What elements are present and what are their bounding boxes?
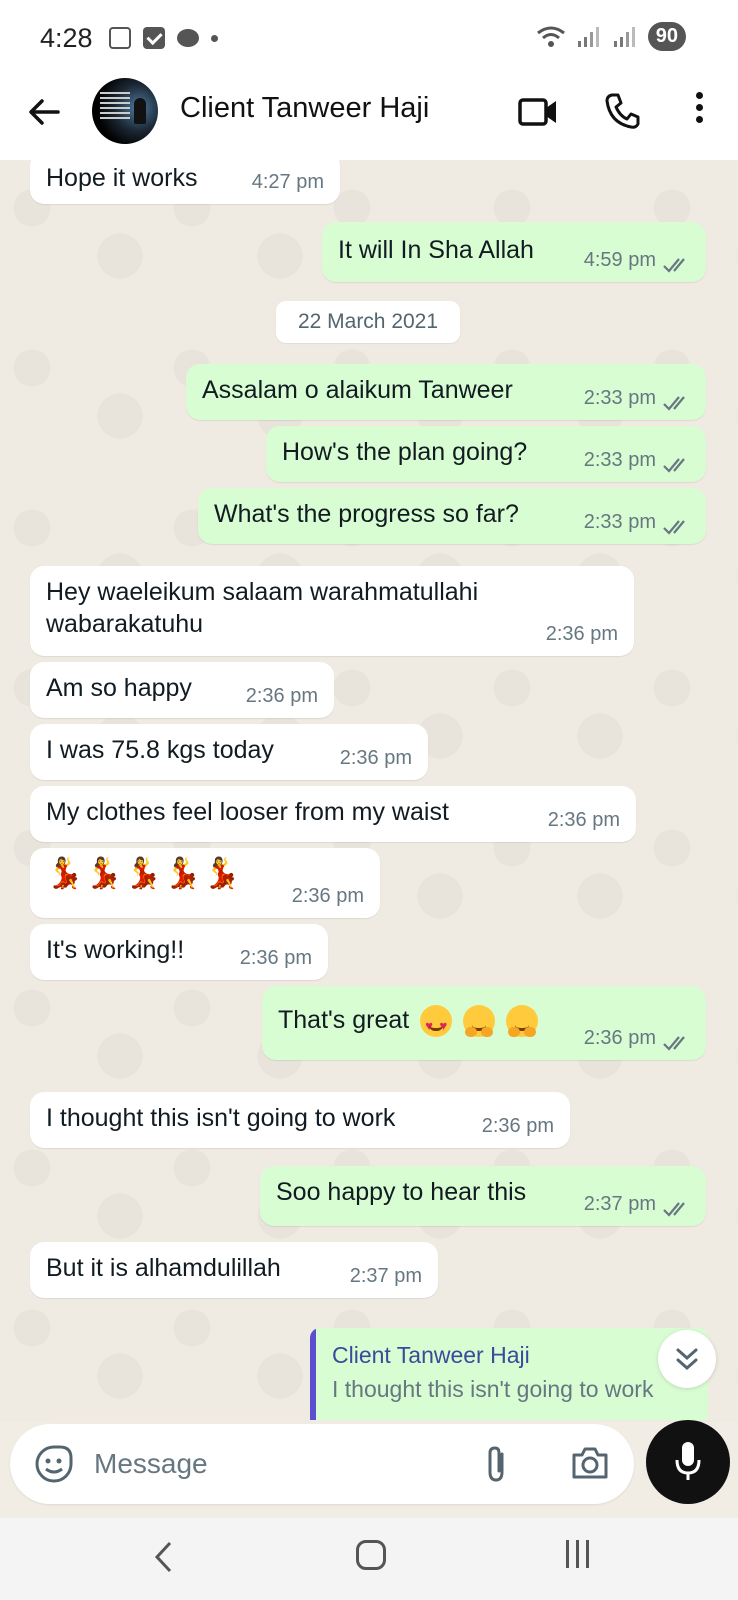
message-time: 2:36 pm (245, 685, 318, 707)
message-time: 2:36 pm (339, 747, 412, 769)
message-bubble[interactable]: I thought this isn't going to work 2:36 … (30, 1092, 570, 1148)
nav-back-icon[interactable] (152, 1540, 176, 1574)
reply-accent-bar (310, 1328, 316, 1420)
message-bubble[interactable]: Hey waeleikum salaam warahmatullahi waba… (30, 566, 634, 656)
message-input[interactable] (94, 1440, 474, 1488)
message-text: I was 75.8 kgs today (46, 736, 274, 764)
chat-header: Client Tanweer Haji (0, 76, 738, 160)
status-time: 4:28 (40, 22, 93, 53)
message-bubble[interactable]: How's the plan going? 2:33 pm (266, 426, 706, 482)
message-text: I thought this isn't going to work (46, 1104, 396, 1132)
message-text: It will In Sha Allah (338, 236, 534, 264)
notification-dot-icon (210, 34, 218, 42)
message-bubble[interactable]: 💃💃💃💃💃 2:36 pm (30, 848, 380, 918)
double-chevron-down-icon (676, 1348, 698, 1371)
message-time: 2:36 pm (239, 947, 312, 969)
message-time: 2:37 pm (349, 1265, 422, 1287)
wifi-icon (536, 26, 565, 47)
message-time: 2:36 pm (545, 623, 618, 645)
message-time: 2:37 pm (583, 1193, 656, 1215)
camera-icon[interactable] (570, 1444, 610, 1482)
message-time: 2:36 pm (291, 885, 364, 907)
message-time: 4:27 pm (251, 171, 324, 193)
hugging-face-emoji-icon (463, 1005, 496, 1038)
message-text: How's the plan going? (282, 438, 528, 466)
message-bubble[interactable]: That's great 2:36 pm (262, 986, 706, 1060)
microphone-icon (675, 1442, 701, 1480)
battery-indicator: 90 (647, 22, 686, 51)
reply-sender: Client Tanweer Haji (332, 1342, 530, 1368)
message-bubble[interactable]: Assalam o alaikum Tanweer 2:33 pm (186, 364, 706, 420)
read-ticks-icon (663, 520, 685, 535)
attachment-icon[interactable] (484, 1444, 510, 1484)
read-ticks-icon (663, 258, 685, 273)
video-call-icon[interactable] (518, 94, 558, 130)
message-bubble[interactable]: Soo happy to hear this 2:37 pm (260, 1166, 706, 1226)
contact-avatar[interactable] (92, 78, 158, 144)
phone-call-icon[interactable] (604, 92, 640, 130)
read-ticks-icon (663, 1036, 685, 1051)
read-ticks-icon (663, 396, 685, 411)
contact-name[interactable]: Client Tanweer Haji (180, 92, 429, 125)
sticker-icon[interactable] (34, 1444, 74, 1484)
message-time: 2:36 pm (481, 1115, 554, 1137)
message-bubble[interactable]: I was 75.8 kgs today 2:36 pm (30, 724, 428, 780)
message-bubble[interactable]: It's working!! 2:36 pm (30, 924, 328, 980)
status-bar: 4:28 90 (0, 0, 738, 76)
reply-preview[interactable]: Client Tanweer Haji I thought this isn't… (310, 1328, 708, 1420)
message-text: Hope it works (46, 164, 198, 192)
message-text: Assalam o alaikum Tanweer (202, 376, 513, 404)
message-time: 2:33 pm (583, 511, 656, 533)
message-text: That's great (278, 1006, 410, 1034)
message-text: My clothes feel looser from my waist (46, 798, 449, 826)
message-time: 2:33 pm (583, 387, 656, 409)
message-composer (10, 1424, 634, 1504)
read-ticks-icon (663, 458, 685, 473)
message-text: But it is alhamdulillah (46, 1254, 281, 1282)
date-separator: 22 March 2021 (276, 301, 460, 343)
message-text: Soo happy to hear this (276, 1178, 527, 1206)
message-time: 2:36 pm (547, 809, 620, 831)
heart-eyes-emoji-icon (420, 1005, 453, 1042)
message-text: It's working!! (46, 936, 185, 964)
scroll-to-bottom-button[interactable] (658, 1330, 716, 1388)
message-bubble[interactable]: What's the progress so far? 2:33 pm (198, 488, 706, 544)
screenshot-icon (108, 27, 131, 49)
nav-recent-apps-icon[interactable] (566, 1540, 596, 1570)
chat-bubble-icon (176, 29, 199, 47)
system-navigation-bar (0, 1518, 738, 1600)
emoji-message: 💃💃💃💃💃 (46, 857, 243, 890)
more-options-icon[interactable] (688, 92, 710, 128)
signal-icon (577, 26, 599, 47)
message-time: 2:36 pm (583, 1027, 656, 1049)
message-bubble[interactable]: But it is alhamdulillah 2:37 pm (30, 1242, 438, 1298)
reply-text: I thought this isn't going to work (332, 1376, 654, 1402)
nav-home-icon[interactable] (356, 1540, 386, 1570)
message-text: What's the progress so far? (214, 500, 519, 528)
message-time: 4:59 pm (583, 249, 656, 271)
message-bubble[interactable]: My clothes feel looser from my waist 2:3… (30, 786, 636, 842)
message-time: 2:33 pm (583, 449, 656, 471)
hugging-face-emoji-icon (506, 1005, 539, 1038)
message-text: Hey waeleikum salaam warahmatullahi waba… (46, 578, 479, 638)
voice-message-button[interactable] (646, 1420, 730, 1504)
check-box-icon (142, 27, 165, 49)
read-ticks-icon (663, 1202, 685, 1217)
message-text: Am so happy (46, 674, 192, 702)
message-bubble[interactable]: It will In Sha Allah 4:59 pm (322, 222, 706, 282)
message-bubble[interactable]: Am so happy 2:36 pm (30, 662, 334, 718)
signal-icon-2 (613, 26, 635, 47)
back-arrow-icon[interactable] (26, 94, 62, 130)
chat-area[interactable]: Hope it works 4:27 pm It will In Sha All… (0, 160, 738, 1422)
message-bubble[interactable]: Hope it works 4:27 pm (30, 160, 340, 204)
